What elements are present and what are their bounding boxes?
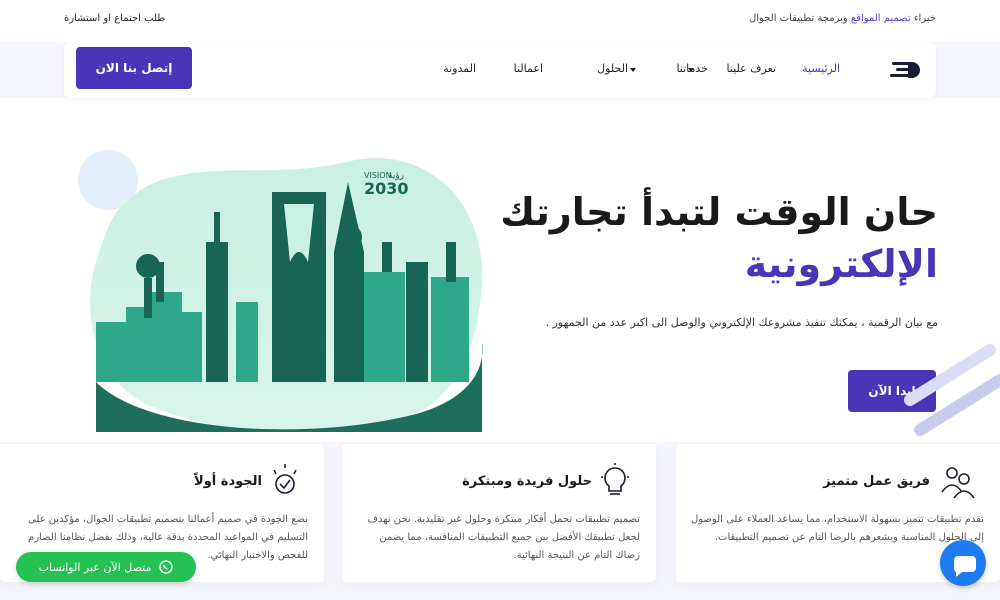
tagline-highlight: تصميم المواقع [850,13,911,24]
hero-title-line1: حان الوقت لتبدأ تجارتك [500,190,938,234]
lightbulb-icon [601,463,629,495]
chat-bubble-icon [953,556,976,577]
riyadh-skyline-illustration: VISION رؤية 2030 [90,158,483,432]
team-icon [941,467,975,499]
card-title: الجودة أولاً [194,474,262,489]
request-meeting-link[interactable]: طلب اجتماع او استشارة [64,13,165,24]
vision-year: 2030 [364,179,409,198]
tagline: خبراء تصميم المواقع وبرمجة تطبيقات الجوا… [749,13,936,24]
top-bar: خبراء تصميم المواقع وبرمجة تطبيقات الجوا… [0,0,1000,42]
nav-menu: الرئيسية تعرف علينا خدماتنا الحلول اعمال… [216,42,936,98]
nav-item-solutions[interactable]: الحلول [597,62,628,75]
whatsapp-label: متصل الآن عبر الواتساب [38,560,152,574]
main-navbar: إتصل بنا الان الرئيسية تعرف علينا خدماتن… [64,42,936,98]
tagline-text-end: وبرمجة تطبيقات الجوال [748,13,851,24]
chat-button[interactable] [940,540,986,586]
card-title: حلول فريدة ومبتكرة [462,474,592,489]
chevron-down-icon[interactable] [630,68,636,72]
nav-item-portfolio[interactable]: اعمالنا [514,62,543,75]
decor-stripes [904,344,1000,436]
card-description: تصميم تطبيقات تحمل أفكار مبتكرة وحلول غي… [367,514,640,561]
nav-item-services[interactable]: خدماتنا [676,62,708,75]
nav-item-blog[interactable]: المدونة [443,62,476,75]
quality-badge-icon [273,464,297,494]
card-title: فريق عمل متميز [823,474,930,489]
nav-item-about[interactable]: تعرف علينا [726,62,776,75]
logo-icon[interactable] [890,60,922,80]
contact-now-button[interactable]: إتصل بنا الان [76,47,192,89]
nav-item-home[interactable]: الرئيسية [802,62,840,75]
hero-title-line2: الإلكترونية [744,242,938,286]
whatsapp-icon [159,560,174,574]
tagline-text: خبراء [910,13,936,24]
feature-card-solutions: حلول فريدة ومبتكرة تصميم تطبيقات تحمل أف… [342,444,656,582]
whatsapp-button[interactable]: متصل الآن عبر الواتساب [16,552,196,582]
hero-description: مع بيان الرقمية ، يمكنك تنفيذ مشروعك الإ… [545,316,938,329]
